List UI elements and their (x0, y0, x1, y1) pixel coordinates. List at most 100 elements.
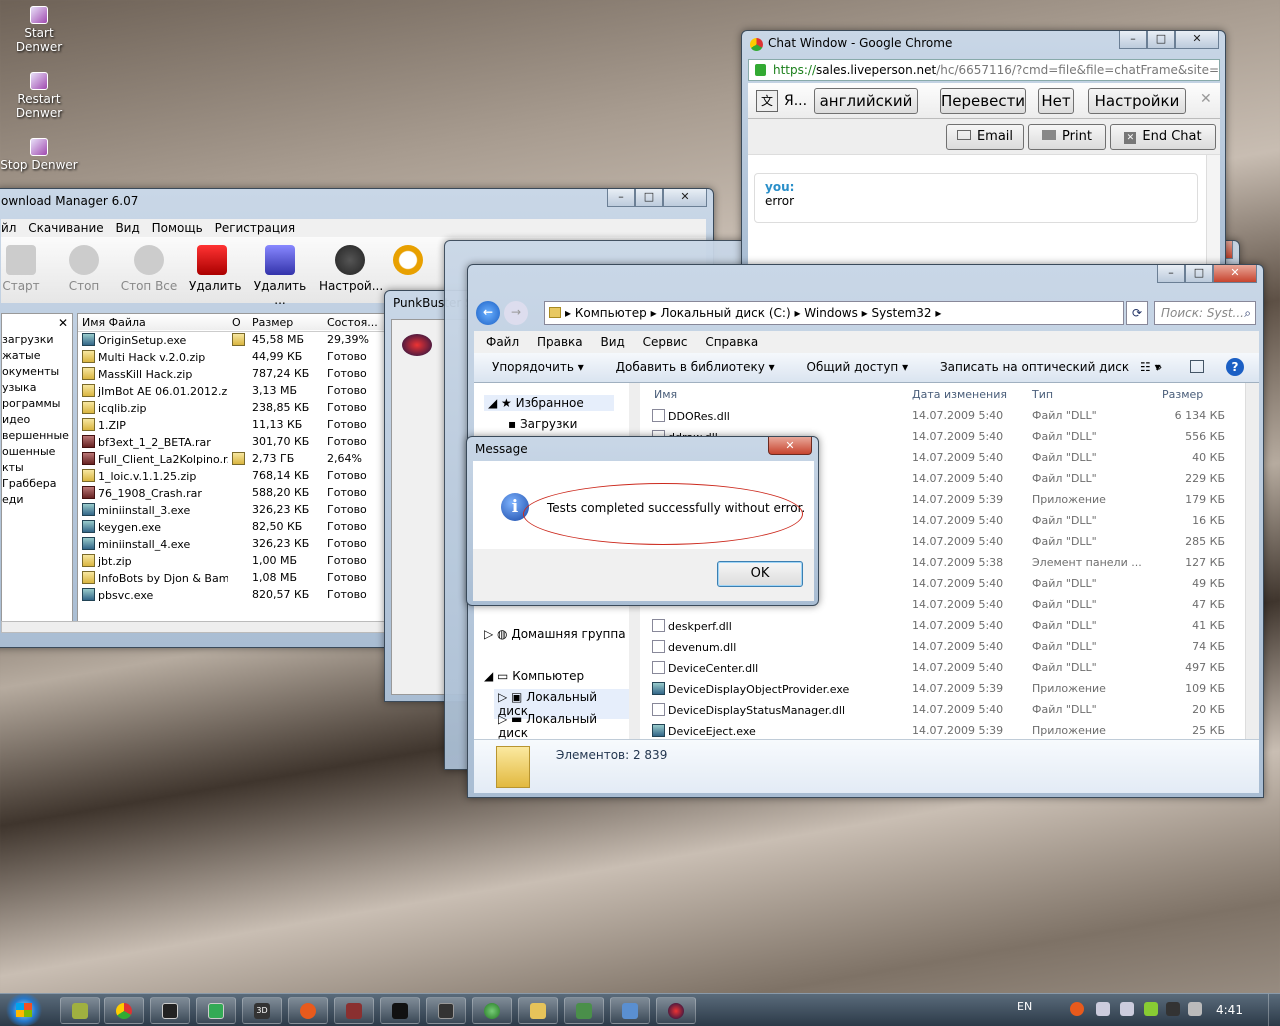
burn-button[interactable]: Записать на оптический диск (940, 360, 1129, 374)
menu-item[interactable]: Скачивание (28, 221, 103, 235)
table-row[interactable]: pbsvc.exe 820,57 КБ Готово (78, 586, 386, 603)
taskbar-item-idm[interactable] (564, 997, 604, 1024)
nav-item-favorites[interactable]: ◢ ★ Избранное (484, 395, 614, 411)
column-header-name[interactable]: Имя (640, 383, 908, 405)
ok-button[interactable]: OK (717, 561, 803, 587)
category-item[interactable]: вершенные (2, 428, 72, 444)
menu-item[interactable]: Регистрация (215, 221, 295, 235)
close-icon[interactable]: ✕ (58, 315, 68, 331)
close-icon[interactable]: ✕ (1200, 91, 1212, 107)
print-button[interactable]: Print (1028, 124, 1106, 150)
scheduler-button[interactable] (393, 245, 423, 275)
delete-completed-button[interactable]: Удалить ... (249, 245, 311, 307)
menu-item[interactable]: Файл (486, 335, 519, 349)
list-item[interactable]: DeviceCenter.dll 14.07.2009 5:40 Файл "DLL… (640, 657, 1245, 678)
taskbar-item-console[interactable] (150, 997, 190, 1024)
language-indicator[interactable]: EN (1017, 1000, 1032, 1013)
breadcrumb[interactable]: ▸ Компьютер ▸ Локальный диск (C:) ▸ Wind… (544, 301, 1124, 325)
category-item[interactable]: узыка (2, 380, 72, 396)
category-item[interactable]: еди (2, 492, 72, 508)
category-item[interactable]: загрузки (2, 332, 72, 348)
preview-pane-icon[interactable] (1190, 360, 1204, 373)
nav-item-homegroup[interactable]: ▷ ◍ Домашняя группа (484, 627, 626, 641)
minimize-button[interactable]: – (1157, 265, 1185, 283)
origin-tray-icon[interactable] (1070, 1002, 1084, 1016)
menu-item[interactable]: Вид (115, 221, 139, 235)
settings-dropdown[interactable]: Настройки ▾ (1088, 88, 1186, 134)
nav-item-downloads[interactable]: ▪ Загрузки (508, 417, 577, 431)
organize-button[interactable]: Упорядочить ▾ (492, 360, 584, 374)
share-button[interactable]: Общий доступ ▾ (807, 360, 909, 374)
list-item[interactable]: DDORes.dll 14.07.2009 5:40 Файл "DLL" 6 134… (640, 405, 1245, 426)
table-row[interactable]: jImBot AE 06.01.2012.zip 3,13 МБ Готово (78, 382, 386, 399)
no-button[interactable]: Нет (1038, 88, 1074, 114)
menu-item[interactable]: Справка (705, 335, 758, 349)
category-item[interactable]: рограммы (2, 396, 72, 412)
add-to-library-button[interactable]: Добавить в библиотеку ▾ (616, 360, 775, 374)
list-item[interactable]: devenum.dll 14.07.2009 5:40 Файл "DLL" 74 К… (640, 636, 1245, 657)
desktop-icon-stop-denwer[interactable]: Stop Denwer (0, 138, 78, 172)
column-header-type[interactable]: Тип (1028, 383, 1148, 405)
delete-button[interactable]: Удалить (189, 245, 242, 293)
category-item[interactable]: жатые (2, 348, 72, 364)
minimize-button[interactable]: – (1119, 31, 1147, 49)
breadcrumb-item[interactable]: System32 (872, 306, 932, 320)
close-button[interactable]: ✕ (1213, 265, 1257, 283)
taskbar-item-uc[interactable] (426, 997, 466, 1024)
taskbar-item-origin[interactable] (288, 997, 328, 1024)
breadcrumb-item[interactable]: Компьютер (575, 306, 647, 320)
list-item[interactable]: deskperf.dll 14.07.2009 5:40 Файл "DLL" 41 … (640, 615, 1245, 636)
taskbar-item-archive[interactable] (334, 997, 374, 1024)
taskbar-item-monitor[interactable] (196, 997, 236, 1024)
close-button[interactable]: ✕ (768, 437, 812, 455)
vertical-scrollbar[interactable] (1245, 383, 1259, 739)
table-row[interactable]: Full_Client_La2Kolpino.r... 2,73 ГБ 2,64% (78, 450, 386, 467)
category-item[interactable]: окументы (2, 364, 72, 380)
column-header-status[interactable]: Состоя... (323, 314, 386, 331)
column-header-name[interactable]: Имя Файла (78, 314, 228, 331)
table-row[interactable]: keygen.exe 82,50 КБ Готово (78, 518, 386, 535)
settings-button[interactable]: Настрой... (319, 245, 383, 293)
table-row[interactable]: bf3ext_1_2_BETA.rar 301,70 КБ Готово (78, 433, 386, 450)
table-row[interactable]: 1_loic.v.1.1.25.zip 768,14 КБ Готово (78, 467, 386, 484)
table-row[interactable]: Multi Hack v.2.0.zip 44,99 КБ Готово (78, 348, 386, 365)
taskbar-item-network[interactable] (610, 997, 650, 1024)
start-button[interactable]: Старт (1, 245, 41, 293)
view-options-icon[interactable]: ☷ ▾ (1140, 353, 1161, 381)
email-button[interactable]: Email (946, 124, 1024, 150)
shield-icon[interactable] (1144, 1002, 1158, 1016)
taskbar-item-3d[interactable]: 3D (242, 997, 282, 1024)
table-row[interactable]: icqlib.zip 238,85 КБ Готово (78, 399, 386, 416)
menu-item[interactable]: Сервис (643, 335, 688, 349)
breadcrumb-item[interactable]: Windows (804, 306, 858, 320)
table-row[interactable]: 1.ZIP 11,13 КБ Готово (78, 416, 386, 433)
flag-icon[interactable] (1188, 1002, 1202, 1016)
table-row[interactable]: miniinstall_4.exe 326,23 КБ Готово (78, 535, 386, 552)
stop-button[interactable]: Стоп (61, 245, 107, 293)
show-desktop-button[interactable] (1268, 994, 1280, 1026)
table-row[interactable]: OriginSetup.exe 45,58 МБ 29,39% (78, 331, 386, 348)
clock[interactable]: 4:41 (1216, 1003, 1243, 1017)
maximize-button[interactable]: □ (635, 189, 663, 207)
taskbar-item-punkbuster[interactable] (656, 997, 696, 1024)
maximize-button[interactable]: □ (1147, 31, 1175, 49)
stop-all-button[interactable]: Стоп Все (119, 245, 179, 293)
category-item[interactable]: ошенные (2, 444, 72, 460)
taskbar-item-chrome[interactable] (104, 997, 144, 1024)
display-tray-icon[interactable] (1166, 1002, 1180, 1016)
column-header-size[interactable]: Размер (1148, 383, 1245, 405)
menu-item[interactable]: Помощь (152, 221, 203, 235)
breadcrumb-item[interactable]: Локальный диск (C:) (660, 306, 790, 320)
address-bar[interactable]: https://sales.liveperson.net/hc/6657116/… (748, 59, 1220, 81)
table-row[interactable]: miniinstall_3.exe 326,23 КБ Готово (78, 501, 386, 518)
nav-item-local-disk-2[interactable]: ▷ ▬ Локальный диск (494, 711, 633, 741)
back-button[interactable]: ← (476, 301, 500, 325)
taskbar-item-explorer[interactable] (518, 997, 558, 1024)
desktop-icon-start-denwer[interactable]: Start Denwer (0, 6, 78, 54)
menu-item[interactable]: Вид (600, 335, 624, 349)
desktop-icon-restart-denwer[interactable]: Restart Denwer (0, 72, 78, 120)
close-button[interactable]: ✕ (663, 189, 707, 207)
list-item[interactable]: DeviceEject.exe 14.07.2009 5:39 Приложение… (640, 720, 1245, 739)
taskbar-item-denwer[interactable] (60, 997, 100, 1024)
table-row[interactable]: InfoBots by Djon & Bam... 1,08 МБ Готово (78, 569, 386, 586)
